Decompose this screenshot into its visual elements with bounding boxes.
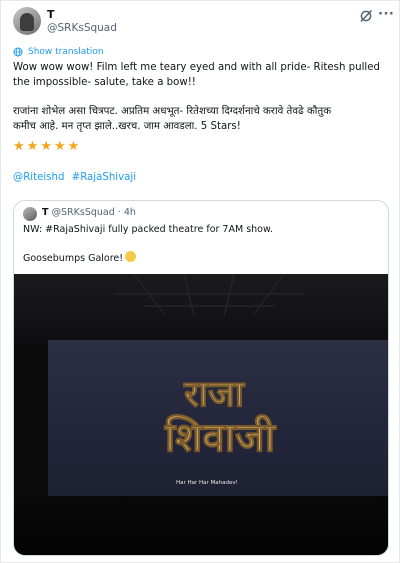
show-translation-link[interactable]: Show translation (13, 45, 104, 59)
star-emoji-icon: ★ (13, 139, 25, 154)
quote-avatar (23, 207, 37, 221)
star-emoji-icon: ★ (53, 139, 66, 154)
author-handle[interactable]: @SRKsSquad (47, 22, 117, 34)
show-translation-label: Show translation (28, 47, 104, 57)
star-rating: ★ ★ ★ ★ ★ (13, 139, 79, 154)
quoted-tweet[interactable]: T @SRKsSquad · 4h NW: #RajaShivaji fully… (13, 200, 389, 556)
tweet-text-line: Wow wow wow! Film left me teary eyed and… (13, 62, 380, 73)
translate-globe-icon (13, 47, 23, 57)
quote-author-name: T (42, 207, 49, 218)
quote-text-2: Goosebumps Galore! (23, 251, 137, 264)
quote-text-line: Goosebumps Galore! (23, 253, 124, 264)
quote-author-handle: @SRKsSquad (51, 207, 115, 218)
tweet-text-line: कमीच आहे. मन तृप्त झाले..खरच. जाम आवडला.… (13, 121, 241, 132)
grok-icon[interactable] (359, 9, 373, 23)
hashtag-link[interactable]: #RajaShivaji (72, 172, 136, 183)
tweet-tags: @Riteishd #RajaShivaji (13, 172, 140, 183)
quote-text: NW: #RajaShivaji fully packed theatre fo… (23, 224, 273, 235)
more-icon[interactable]: ··· (378, 7, 394, 22)
author-name[interactable]: T (47, 8, 55, 21)
tweet-text-english: Wow wow wow! Film left me teary eyed and… (13, 60, 393, 90)
theatre-photo[interactable]: राजा शिवाजी Har Har Har Mahadev! (14, 274, 388, 555)
movie-title-line1: राजा (183, 374, 246, 415)
mention-link[interactable]: @Riteishd (13, 172, 64, 183)
movie-subtitle: Har Har Har Mahadev! (176, 480, 238, 486)
star-emoji-icon: ★ (67, 139, 80, 154)
theatre-seats (14, 496, 388, 555)
tweet-text-line: राजांना शोभेल असा चित्रपट. अप्रतिम अधभूत… (13, 106, 332, 117)
tweet-text-marathi: राजांना शोभेल असा चित्रपट. अप्रतिम अधभूत… (13, 104, 393, 134)
tweet-text-line: the impossible- salute, take a bow!! (13, 77, 196, 88)
quote-header: T @SRKsSquad · 4h (42, 207, 136, 218)
tweet-header: T @SRKsSquad ··· (13, 7, 394, 41)
smiling-face-emoji-icon (125, 251, 137, 262)
star-emoji-icon: ★ (40, 139, 52, 154)
author-avatar[interactable] (13, 7, 41, 35)
quote-time: · 4h (117, 207, 136, 218)
movie-title-line2: शिवाजी (164, 414, 277, 461)
tweet-card: T @SRKsSquad ··· Show translation Wow wo… (0, 0, 400, 563)
star-emoji-icon: ★ (26, 139, 39, 154)
